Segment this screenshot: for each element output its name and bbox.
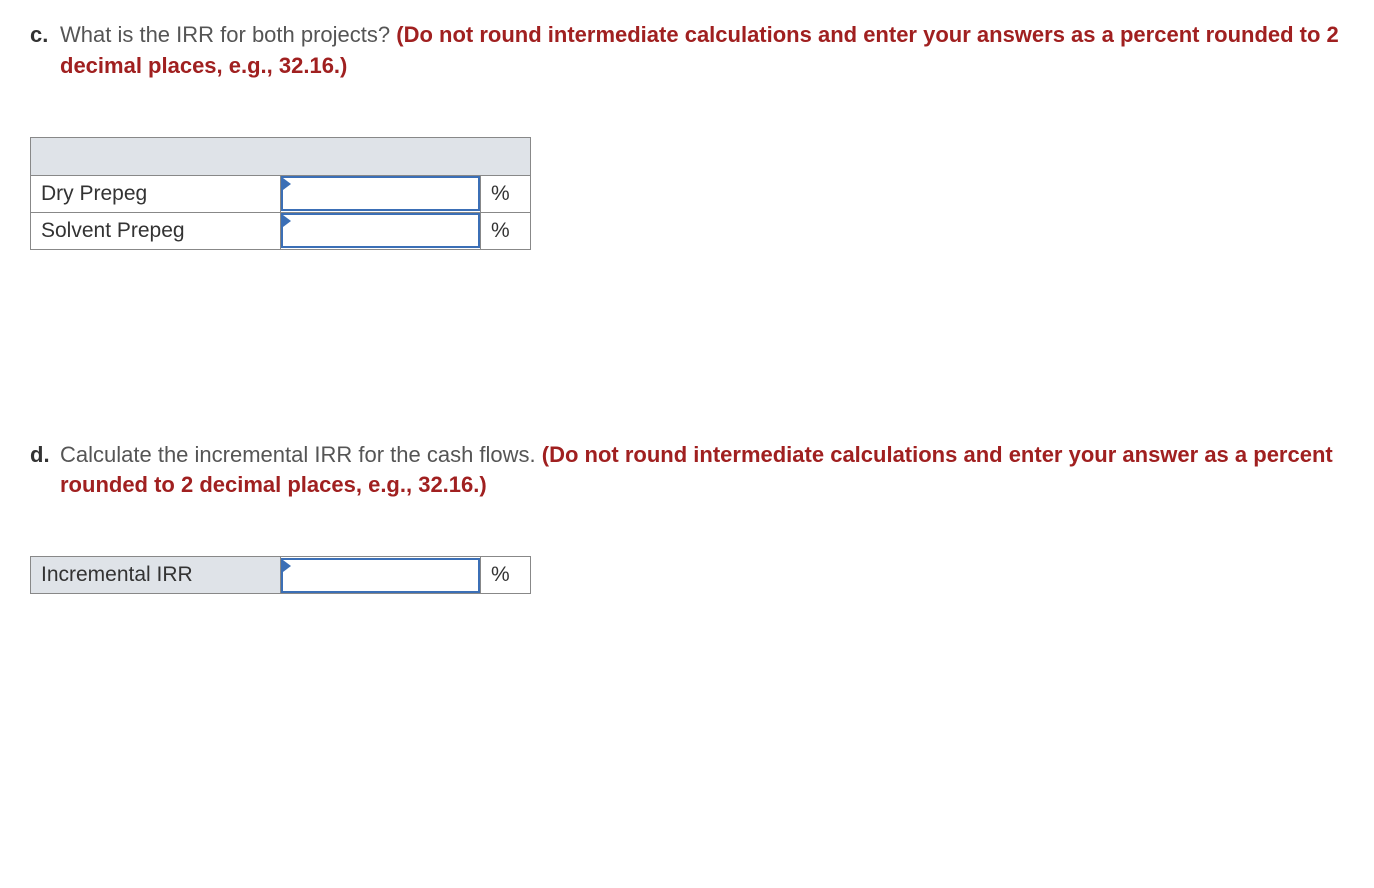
table-row: Incremental IRR % — [31, 557, 531, 594]
input-cell — [281, 557, 481, 594]
input-cell — [281, 175, 481, 212]
input-indicator-icon — [283, 560, 291, 572]
question-c-table: Dry Prepeg % Solvent Prepeg % — [30, 137, 531, 250]
incremental-irr-input[interactable] — [281, 558, 480, 593]
input-indicator-icon — [283, 178, 291, 190]
row-label-incremental-irr: Incremental IRR — [31, 557, 281, 594]
solvent-prepeg-input[interactable] — [281, 213, 480, 248]
unit-label: % — [481, 175, 531, 212]
question-c-prompt: What is the IRR for both projects? — [60, 22, 396, 47]
table-row: Solvent Prepeg % — [31, 212, 531, 249]
input-cell — [281, 212, 481, 249]
input-indicator-icon — [283, 215, 291, 227]
question-d-table: Incremental IRR % — [30, 556, 531, 594]
row-label-dry-prepeg: Dry Prepeg — [31, 175, 281, 212]
question-d-text: d. Calculate the incremental IRR for the… — [30, 440, 1344, 502]
table-row: Dry Prepeg % — [31, 175, 531, 212]
question-c: c. What is the IRR for both projects? (D… — [30, 20, 1344, 250]
question-c-text: c. What is the IRR for both projects? (D… — [30, 20, 1344, 82]
row-label-solvent-prepeg: Solvent Prepeg — [31, 212, 281, 249]
question-d-prompt: Calculate the incremental IRR for the ca… — [60, 442, 542, 467]
question-d: d. Calculate the incremental IRR for the… — [30, 440, 1344, 595]
dry-prepeg-input[interactable] — [281, 176, 480, 211]
unit-label: % — [481, 212, 531, 249]
question-c-letter: c. — [30, 20, 48, 51]
table-header-blank — [31, 137, 531, 175]
unit-label: % — [481, 557, 531, 594]
question-d-letter: d. — [30, 440, 50, 471]
